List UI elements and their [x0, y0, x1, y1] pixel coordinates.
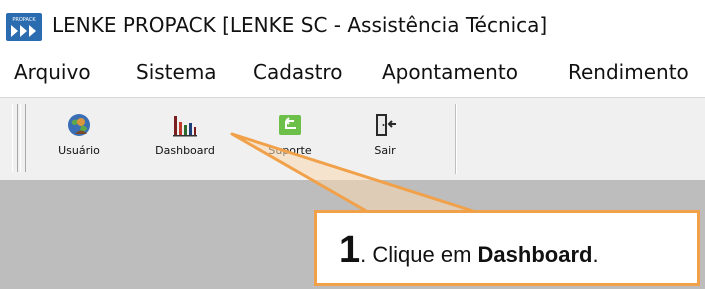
- usuario-button[interactable]: Usuário: [39, 106, 119, 170]
- dashboard-button[interactable]: Dashboard: [145, 106, 225, 170]
- toolbar-grip-secondary: [20, 104, 26, 172]
- title-bar: PROPACK LENKE PROPACK [LENKE SC - Assist…: [0, 0, 705, 52]
- bar-chart-icon: [173, 116, 197, 137]
- user-globe-icon: [68, 114, 90, 136]
- dashboard-label: Dashboard: [155, 144, 215, 157]
- sair-label: Sair: [374, 144, 396, 157]
- usuario-label: Usuário: [58, 144, 100, 157]
- return-arrow-icon: [279, 115, 301, 135]
- menu-rendimento[interactable]: Rendimento: [568, 60, 689, 84]
- svg-text:PROPACK: PROPACK: [12, 17, 36, 23]
- callout-text: 1. Clique em Dashboard.: [339, 229, 599, 272]
- instruction-callout: 1. Clique em Dashboard.: [314, 210, 700, 286]
- suporte-label: Suporte: [268, 144, 312, 157]
- toolbar-grip[interactable]: [12, 104, 18, 172]
- toolbar-separator: [455, 104, 457, 174]
- sair-button[interactable]: Sair: [345, 106, 425, 170]
- menu-arquivo[interactable]: Arquivo: [14, 60, 91, 84]
- window-title: LENKE PROPACK [LENKE SC - Assistência Té…: [52, 13, 548, 37]
- menu-bar: Arquivo Sistema Cadastro Apontamento Ren…: [0, 56, 705, 94]
- suporte-button[interactable]: Suporte: [250, 106, 330, 170]
- menu-sistema[interactable]: Sistema: [136, 60, 217, 84]
- step-instruction: Clique em: [366, 242, 478, 267]
- menu-apontamento[interactable]: Apontamento: [382, 60, 518, 84]
- step-end: .: [592, 242, 599, 267]
- step-number: 1: [339, 229, 361, 271]
- menu-cadastro[interactable]: Cadastro: [253, 60, 342, 84]
- exit-door-icon: [376, 114, 396, 136]
- step-target: Dashboard: [477, 242, 593, 267]
- toolbar: Usuário Dashboard Suporte Sair: [0, 97, 705, 181]
- propack-logo-icon: PROPACK: [6, 13, 42, 41]
